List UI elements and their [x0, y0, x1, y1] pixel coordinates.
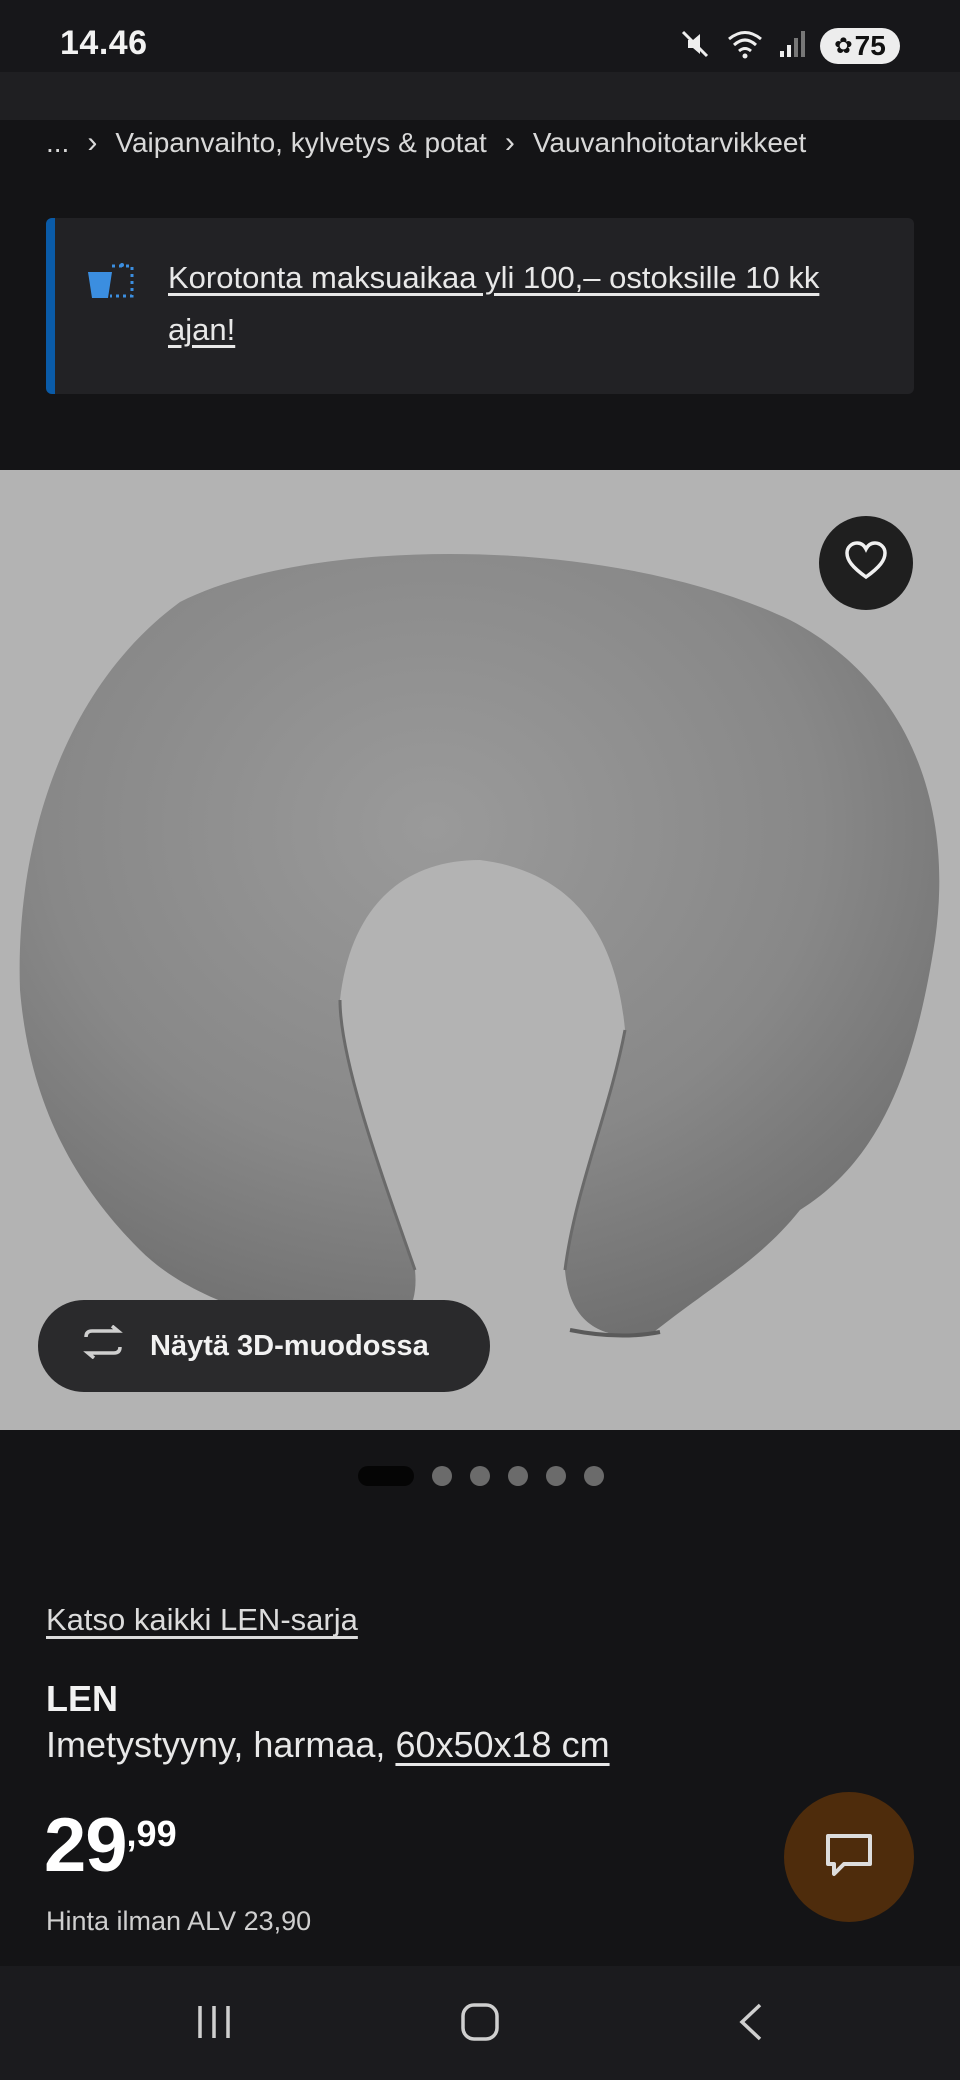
- carousel-dot[interactable]: [584, 1466, 604, 1486]
- view-3d-label: Näytä 3D-muodossa: [150, 1329, 429, 1362]
- browser-toolbar-strip: [0, 72, 960, 120]
- breadcrumb-ellipsis[interactable]: ...: [46, 127, 69, 159]
- chevron-right-icon: ›: [87, 126, 98, 159]
- status-time: 14.46: [60, 24, 148, 62]
- product-image-gallery[interactable]: Näytä 3D-muodossa: [0, 470, 960, 1430]
- price-decimal: ,99: [126, 1813, 177, 1854]
- basket-icon: [86, 262, 136, 307]
- heart-icon: [844, 540, 888, 586]
- view-3d-button[interactable]: Näytä 3D-muodossa: [38, 1300, 490, 1392]
- wifi-icon: [726, 28, 764, 65]
- breadcrumb-item-baby-care[interactable]: Vauvanhoitotarvikkeet: [533, 127, 806, 159]
- battery-saver-icon: ✿: [834, 33, 853, 58]
- battery-indicator: ✿ 75: [820, 28, 900, 64]
- breadcrumb: ... › Vaipanvaihto, kylvetys & potat › V…: [46, 122, 806, 164]
- product-price: 29 ,99: [44, 1806, 177, 1886]
- chevron-right-icon: ›: [504, 126, 515, 159]
- rotate-3d-icon: [78, 1324, 128, 1367]
- chat-icon: [824, 1832, 874, 1883]
- carousel-indicator: [358, 1466, 604, 1486]
- chat-button[interactable]: [784, 1792, 914, 1922]
- price-integer: 29: [44, 1803, 128, 1888]
- signal-icon: [778, 29, 806, 64]
- price-without-vat: Hinta ilman ALV 23,90: [46, 1906, 312, 1936]
- nursing-pillow-image: [19, 553, 940, 1340]
- banner-accent: [46, 218, 55, 394]
- product-name: LEN: [46, 1678, 118, 1719]
- product-size-link[interactable]: 60x50x18 cm: [395, 1724, 609, 1765]
- system-navigation-bar: [0, 1966, 960, 2080]
- recent-apps-icon[interactable]: [194, 2002, 234, 2047]
- status-bar: 14.46 ✿ 75: [0, 0, 960, 72]
- back-icon[interactable]: [736, 2002, 766, 2047]
- home-icon[interactable]: [460, 2002, 500, 2047]
- series-link[interactable]: Katso kaikki LEN-sarja: [46, 1602, 358, 1638]
- carousel-dot-active[interactable]: [358, 1466, 414, 1486]
- banner-link[interactable]: Korotonta maksuaikaa yli 100,– ostoksill…: [168, 252, 888, 356]
- status-icons: ✿ 75: [678, 26, 900, 66]
- product-type: Imetystyyny, harmaa,: [46, 1724, 386, 1765]
- carousel-dot[interactable]: [508, 1466, 528, 1486]
- breadcrumb-item-diaper-bath[interactable]: Vaipanvaihto, kylvetys & potat: [115, 127, 486, 159]
- mute-icon: [678, 27, 712, 66]
- carousel-dot[interactable]: [470, 1466, 490, 1486]
- battery-level: 75: [854, 30, 886, 61]
- carousel-dot[interactable]: [546, 1466, 566, 1486]
- favorite-button[interactable]: [819, 516, 913, 610]
- product-description: Imetystyyny, harmaa, 60x50x18 cm: [46, 1724, 610, 1766]
- payment-promo-banner[interactable]: Korotonta maksuaikaa yli 100,– ostoksill…: [46, 218, 914, 394]
- carousel-dot[interactable]: [432, 1466, 452, 1486]
